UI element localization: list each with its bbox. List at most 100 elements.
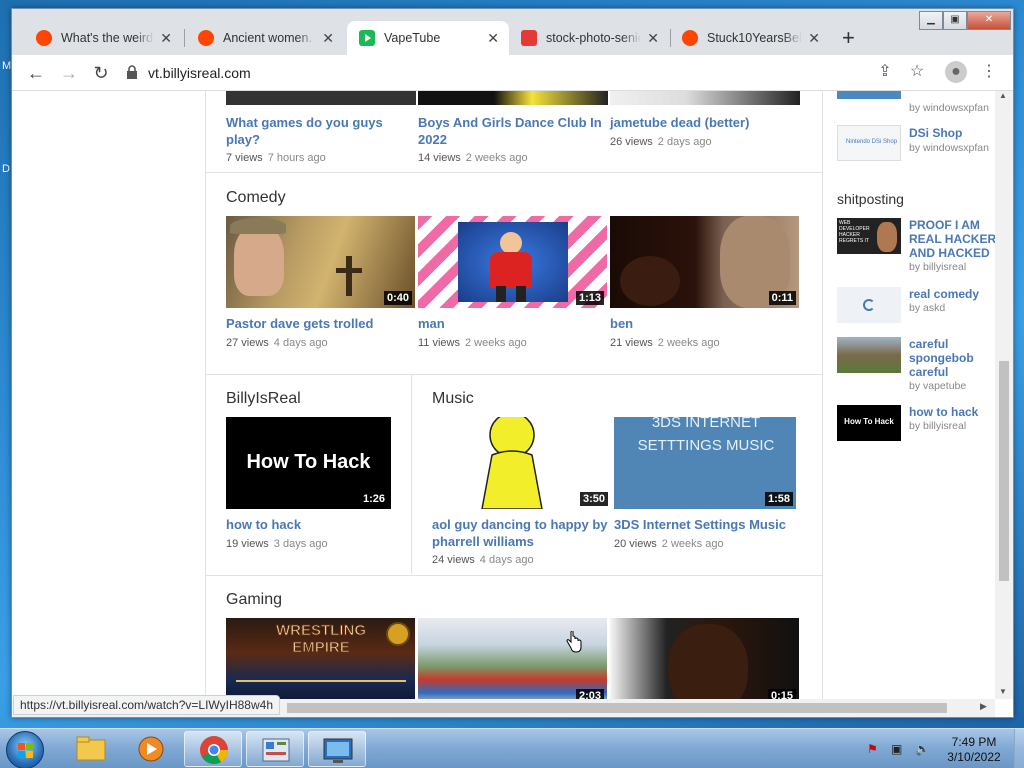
volume-icon[interactable]: 🔈 bbox=[915, 742, 930, 756]
video-thumbnail[interactable]: Nintendo DSi Shop bbox=[837, 125, 901, 161]
video-thumbnail[interactable]: 1:13 bbox=[418, 216, 607, 308]
profile-avatar-icon[interactable]: ● bbox=[945, 61, 967, 83]
bookmark-star-icon[interactable]: ☆ bbox=[906, 61, 928, 83]
clock-time: 7:49 PM bbox=[951, 735, 997, 749]
video-thumbnail[interactable]: WEB DEVELOPER HACKER REGRETS IT bbox=[837, 218, 901, 254]
video-duration: 1:58 bbox=[764, 492, 793, 506]
back-arrow-icon[interactable]: ← bbox=[24, 61, 48, 85]
video-author: by windowsxpfan bbox=[909, 102, 989, 114]
video-title-link[interactable]: DSi Shop bbox=[909, 126, 995, 140]
tab-reddit-3[interactable]: Stuck10YearsBehind ✕ bbox=[670, 21, 830, 55]
close-icon[interactable]: ✕ bbox=[487, 30, 499, 47]
window-close-button[interactable]: ✕ bbox=[967, 11, 1011, 30]
video-title-link[interactable]: jametube dead (better) bbox=[610, 114, 800, 131]
video-thumbnail[interactable]: How To Hack 1:26 bbox=[226, 417, 391, 509]
taskbar-control-panel[interactable] bbox=[246, 731, 304, 767]
video-title-link[interactable]: Boys And Girls Dance Club In 2022 bbox=[418, 114, 603, 148]
video-author: by billyisreal bbox=[909, 261, 967, 273]
video-title-link[interactable]: What games do you guys play? bbox=[226, 114, 411, 148]
video-meta: 11 views 2 weeks ago bbox=[418, 337, 527, 349]
minimize-button[interactable]: ▁ bbox=[919, 11, 943, 30]
desktop-icon-label: D bbox=[2, 163, 10, 175]
video-thumbnail[interactable] bbox=[837, 91, 901, 99]
video-title-link[interactable]: how to hack bbox=[226, 516, 391, 533]
close-icon[interactable]: ✕ bbox=[647, 30, 659, 47]
new-tab-button[interactable]: + bbox=[842, 25, 855, 51]
menu-kebab-icon[interactable]: ⋮ bbox=[978, 61, 1000, 83]
section-title-comedy[interactable]: Comedy bbox=[226, 189, 286, 207]
video-thumbnail[interactable]: 0:40 bbox=[226, 216, 415, 308]
video-thumbnail[interactable]: 0:15 bbox=[610, 618, 799, 699]
video-thumbnail[interactable] bbox=[226, 91, 416, 105]
forward-arrow-icon[interactable]: → bbox=[57, 61, 81, 85]
video-thumbnail[interactable]: 3:50 bbox=[432, 417, 611, 509]
section-title-shitposting[interactable]: shitposting bbox=[837, 191, 904, 207]
taskbar-remote-desktop[interactable] bbox=[308, 731, 366, 767]
video-thumbnail[interactable]: How To Hack bbox=[837, 405, 901, 441]
video-title-link[interactable]: careful spongebob careful bbox=[909, 337, 995, 379]
video-title-link[interactable]: Pastor dave gets trolled bbox=[226, 315, 416, 332]
section-title-gaming[interactable]: Gaming bbox=[226, 591, 282, 609]
folder-icon bbox=[76, 736, 106, 761]
taskbar: ⚑ ▣ 🔈 7:49 PM 3/10/2022 bbox=[0, 728, 1024, 768]
video-thumbnail[interactable] bbox=[837, 337, 901, 373]
tab-pdf[interactable]: stock-photo-senior ✕ bbox=[509, 21, 669, 55]
close-icon[interactable]: ✕ bbox=[808, 30, 820, 47]
section-title-billyisreal[interactable]: BillyIsReal bbox=[226, 390, 301, 408]
vertical-scrollbar[interactable]: ▲ ▼ bbox=[995, 91, 1013, 699]
video-title-link[interactable]: ben bbox=[610, 315, 800, 332]
video-author: by vapetube bbox=[909, 380, 967, 392]
video-duration: 0:11 bbox=[768, 291, 796, 305]
sidebar: by windowsxpfan Nintendo DSi Shop DSi Sh… bbox=[837, 91, 995, 699]
video-title-link[interactable]: man bbox=[418, 315, 608, 332]
network-icon[interactable]: ▣ bbox=[891, 742, 905, 756]
video-author: by billyisreal bbox=[909, 420, 967, 432]
taskbar-chrome[interactable] bbox=[184, 731, 242, 767]
tab-reddit-2[interactable]: Ancient women. Ne ✕ bbox=[186, 21, 344, 55]
video-title-link[interactable]: how to hack bbox=[909, 405, 995, 419]
video-duration: 0:15 bbox=[767, 689, 796, 699]
video-title-link[interactable]: 3DS Internet Settings Music bbox=[614, 516, 804, 533]
video-meta: 26 views 2 days ago bbox=[610, 136, 712, 148]
browser-toolbar: ← → ↻ vt.billyisreal.com ⇪ ☆ ● ⋮ bbox=[12, 55, 1013, 91]
media-player-icon bbox=[138, 736, 164, 762]
video-thumbnail[interactable]: WRESTLING EMPIRE bbox=[226, 618, 415, 699]
tab-title: Ancient women. Ne bbox=[223, 31, 316, 45]
video-thumbnail[interactable] bbox=[418, 91, 608, 105]
maximize-button[interactable]: ▣ bbox=[943, 11, 967, 30]
video-thumbnail[interactable] bbox=[610, 91, 800, 105]
share-icon[interactable]: ⇪ bbox=[874, 61, 896, 83]
thumbnail-text: Nintendo DSi Shop bbox=[846, 139, 898, 145]
section-title-music[interactable]: Music bbox=[432, 390, 474, 408]
thumbnail-text: WEB DEVELOPER HACKER REGRETS IT bbox=[839, 220, 870, 244]
scrollbar-thumb[interactable] bbox=[999, 361, 1009, 581]
address-bar[interactable]: vt.billyisreal.com bbox=[120, 59, 985, 87]
video-thumbnail[interactable]: 3DS INTERNET SETTTINGS MUSIC 1:58 bbox=[614, 417, 796, 509]
video-title-link[interactable]: real comedy bbox=[909, 287, 995, 301]
tab-title: stock-photo-senior bbox=[546, 31, 642, 45]
system-clock[interactable]: 7:49 PM 3/10/2022 bbox=[944, 735, 1004, 765]
tab-reddit-1[interactable]: What's the weirdest ✕ bbox=[24, 21, 182, 55]
thumbnail-text: How To Hack bbox=[844, 417, 894, 426]
action-center-flag-icon[interactable]: ⚑ bbox=[867, 742, 881, 756]
tab-vapetube[interactable]: VapeTube ✕ bbox=[347, 21, 509, 55]
scrollbar-thumb[interactable] bbox=[287, 703, 947, 713]
reload-icon[interactable]: ↻ bbox=[89, 61, 113, 85]
lock-icon bbox=[127, 65, 137, 79]
url-text: vt.billyisreal.com bbox=[148, 65, 251, 81]
video-thumbnail[interactable] bbox=[837, 287, 901, 323]
video-meta: 20 views 2 weeks ago bbox=[614, 538, 724, 550]
start-button[interactable] bbox=[6, 731, 44, 768]
monitor-icon bbox=[323, 738, 353, 763]
video-thumbnail[interactable]: 0:11 bbox=[610, 216, 799, 308]
clock-date: 3/10/2022 bbox=[947, 750, 1001, 764]
show-desktop-button[interactable] bbox=[1014, 729, 1024, 768]
taskbar-explorer[interactable] bbox=[62, 731, 120, 767]
close-icon[interactable]: ✕ bbox=[160, 30, 172, 47]
taskbar-media-player[interactable] bbox=[122, 731, 180, 767]
close-icon[interactable]: ✕ bbox=[322, 30, 334, 47]
status-bar-url: https://vt.billyisreal.com/watch?v=LIWyI… bbox=[13, 695, 280, 715]
video-title-link[interactable]: aol guy dancing to happy by pharrell wil… bbox=[432, 516, 612, 550]
video-duration: 3:50 bbox=[579, 492, 608, 506]
video-title-link[interactable]: PROOF I AM REAL HACKER AND HACKED bbox=[909, 218, 995, 260]
